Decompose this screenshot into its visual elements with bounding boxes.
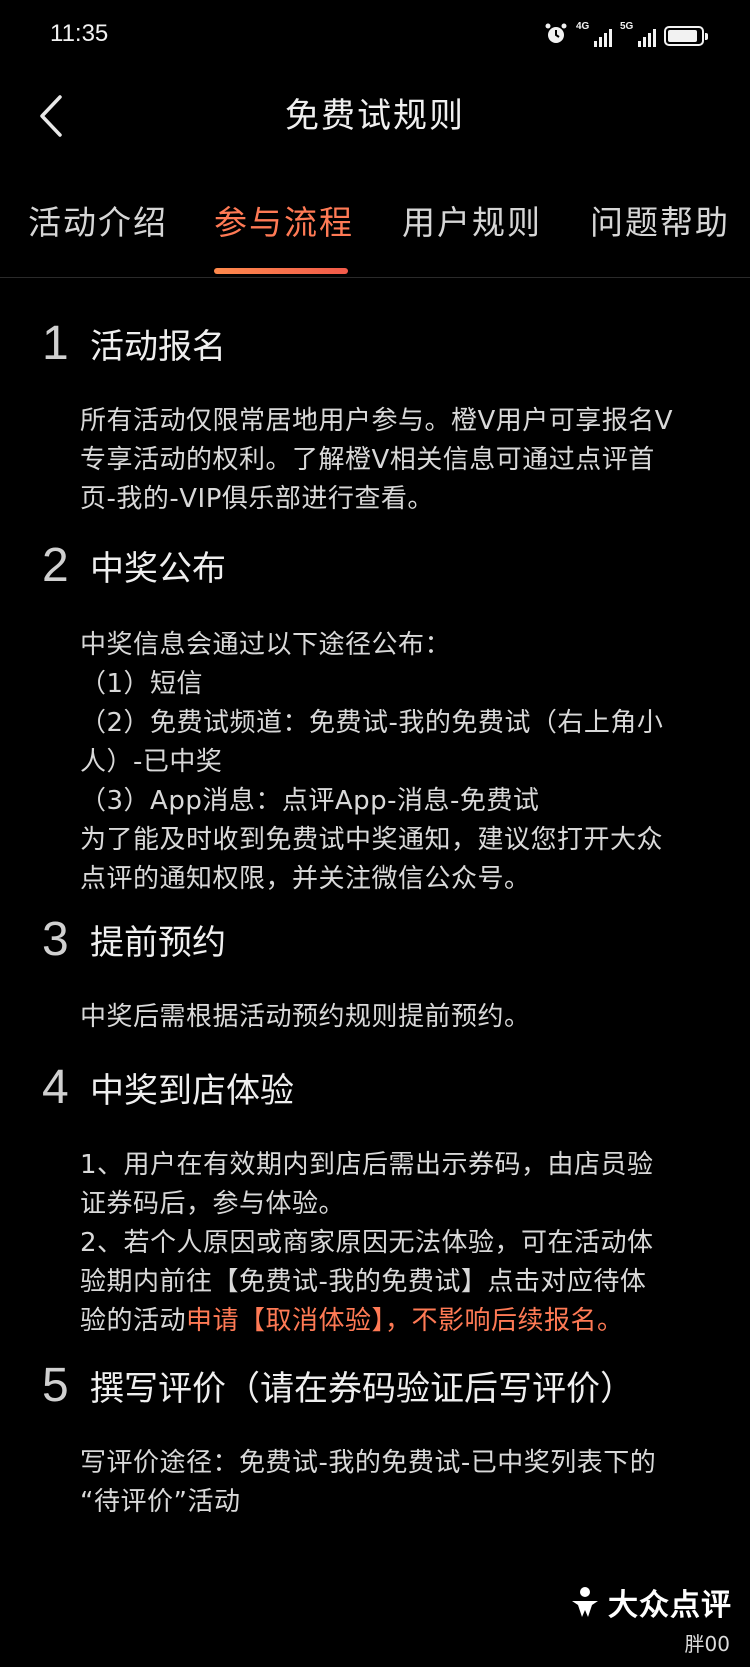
tab-activity-intro[interactable]: 活动介绍 [28, 196, 168, 244]
body-line: 专享活动的权利。了解橙V相关信息可通过点评首 [80, 445, 655, 475]
watermark: 大众点评 [568, 1580, 732, 1624]
body-line: 验的活动申请【取消体验】，不影响后续报名。 [80, 1302, 720, 1341]
alarm-icon [544, 22, 568, 50]
network-type-label: 4G [576, 21, 590, 32]
body-line: 验期内前往【免费试-我的免费试】点击对应待体 [80, 1267, 647, 1297]
section-title: 3 提前预约 [42, 912, 226, 967]
section-number: 1 [42, 317, 69, 370]
network-type-label: 5G [620, 21, 634, 32]
body-line: 为了能及时收到免费试中奖通知，建议您打开大众 [80, 825, 664, 855]
tab-user-rules[interactable]: 用户规则 [402, 196, 542, 244]
section-body: 中奖信息会通过以下途径公布： （1）短信 （2）免费试频道：免费试-我的免费试（… [80, 626, 720, 899]
tab-help[interactable]: 问题帮助 [590, 196, 730, 244]
body-line: （1）短信 [80, 669, 204, 699]
section-body: 所有活动仅限常居地用户参与。橙V用户可享报名V 专享活动的权利。了解橙V相关信息… [80, 402, 720, 519]
body-line: （3）App消息：点评App-消息-免费试 [80, 786, 540, 816]
section-heading: 中奖到店体验 [90, 1071, 294, 1111]
watermark-brand: 大众点评 [608, 1588, 732, 1623]
section-body: 中奖后需根据活动预约规则提前预约。 [80, 998, 720, 1037]
section-title: 1 活动报名 [42, 316, 226, 371]
battery-icon [664, 26, 708, 46]
body-line: “待评价”活动 [80, 1487, 241, 1517]
highlighted-notice: 申请【取消体验】，不影响后续报名。 [186, 1306, 624, 1336]
section-title: 2 中奖公布 [42, 538, 226, 593]
body-line: 点评的通知权限，并关注微信公众号。 [80, 864, 531, 894]
section-heading: 活动报名 [90, 327, 226, 367]
body-line: 人）-已中奖 [80, 747, 223, 777]
body-line: 写评价途径：免费试-我的免费试-已中奖列表下的 [80, 1448, 657, 1478]
signal-5g-icon: 5G [620, 21, 656, 47]
body-line: 证券码后，参与体验。 [80, 1189, 346, 1219]
status-time: 11:35 [50, 20, 109, 47]
status-icons: 4G 5G [544, 21, 708, 50]
dianping-logo-icon [572, 1587, 598, 1617]
section-number: 5 [42, 1359, 69, 1412]
status-bar: 11:35 4G 5G [0, 0, 750, 72]
section-title: 5 撰写评价（请在券码验证后写评价） [42, 1358, 634, 1413]
section-number: 3 [42, 913, 69, 966]
body-line: 中奖后需根据活动预约规则提前预约。 [80, 1002, 531, 1032]
section-heading: 撰写评价（请在券码验证后写评价） [90, 1369, 634, 1409]
section-number: 4 [42, 1061, 69, 1114]
body-line: 2、若个人原因或商家原因无法体验，可在活动体 [80, 1228, 654, 1258]
body-line: 中奖信息会通过以下途径公布： [80, 630, 452, 660]
tab-bar: 活动介绍 参与流程 用户规则 问题帮助 [0, 176, 750, 278]
section-heading: 中奖公布 [90, 549, 226, 589]
tab-participation-process[interactable]: 参与流程 [214, 196, 354, 244]
section-number: 2 [42, 539, 69, 592]
watermark-user: 胖00 [684, 1632, 730, 1656]
page-title: 免费试规则 [285, 96, 465, 136]
body-line: （2）免费试频道：免费试-我的免费试（右上角小 [80, 708, 664, 738]
section-body: 1、用户在有效期内到店后需出示券码，由店员验 证券码后，参与体验。 2、若个人原… [80, 1146, 720, 1341]
header: 免费试规则 [0, 72, 750, 162]
section-body: 写评价途径：免费试-我的免费试-已中奖列表下的 “待评价”活动 [80, 1444, 720, 1522]
body-line: 1、用户在有效期内到店后需出示券码，由店员验 [80, 1150, 654, 1180]
body-line: 所有活动仅限常居地用户参与。橙V用户可享报名V [80, 406, 674, 436]
active-tab-indicator [214, 268, 348, 274]
section-heading: 提前预约 [90, 923, 226, 963]
signal-4g-icon: 4G [576, 21, 612, 47]
body-line: 页-我的-VIP俱乐部进行查看。 [80, 484, 434, 514]
body-text: 验的活动 [80, 1306, 187, 1336]
section-title: 4 中奖到店体验 [42, 1060, 294, 1115]
